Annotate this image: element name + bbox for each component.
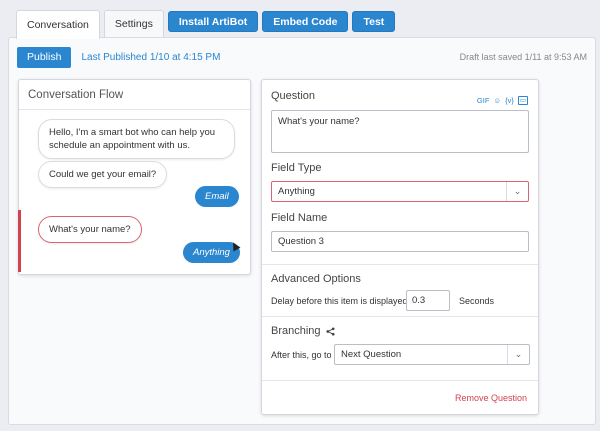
bot-message-email[interactable]: Could we get your email? <box>38 161 168 188</box>
chevron-down-icon[interactable]: ⌄ <box>507 345 529 364</box>
branch-icon <box>326 327 335 336</box>
install-artibot-button[interactable]: Install ArtiBot <box>167 11 259 32</box>
delay-input[interactable]: 0.3 <box>406 290 450 311</box>
selected-indicator <box>18 210 21 272</box>
branch-target-value: Next Question <box>341 349 402 360</box>
tab-conversation[interactable]: Conversation <box>16 10 100 39</box>
toolbar: Publish Last Published 1/10 at 4:15 PM D… <box>17 46 587 68</box>
question-textarea[interactable]: What's your name? <box>271 110 529 153</box>
after-this-label: After this, go to <box>271 350 332 360</box>
embed-code-button[interactable]: Embed Code <box>262 11 349 32</box>
field-type-label: Field Type <box>271 162 322 174</box>
bot-message-name[interactable]: What's your name? <box>38 216 142 243</box>
field-name-label: Field Name <box>271 212 328 224</box>
conversation-flow-title: Conversation Flow <box>19 80 250 110</box>
section-divider <box>262 264 538 265</box>
bot-message-greeting[interactable]: Hello, I'm a smart bot who can help you … <box>38 119 235 159</box>
gif-icon[interactable]: GIF <box>477 96 490 105</box>
editor-panel: Publish Last Published 1/10 at 4:15 PM D… <box>8 37 596 425</box>
field-type-select[interactable]: Anything ⌄ <box>271 181 529 202</box>
reply-email[interactable]: Email <box>195 186 239 207</box>
question-editor-card: Question GIF ☺ {v} ▭ What's your name? F… <box>261 79 539 415</box>
draft-saved-status: Draft last saved 1/11 at 9:53 AM <box>459 52 587 62</box>
section-divider <box>262 380 538 381</box>
field-name-input[interactable]: Question 3 <box>271 231 529 252</box>
embed-icon[interactable]: ▭ <box>517 96 528 105</box>
conversation-flow-card: Conversation Flow Hello, I'm a smart bot… <box>18 79 251 275</box>
remove-question-button[interactable]: Remove Question <box>455 393 527 403</box>
field-type-value: Anything <box>278 186 315 197</box>
section-divider <box>262 316 538 317</box>
emoji-icon[interactable]: ☺ <box>493 96 501 105</box>
seconds-label: Seconds <box>459 296 495 306</box>
branching-label: Branching <box>271 325 335 337</box>
variable-icon[interactable]: {v} <box>505 96 514 105</box>
chevron-down-icon[interactable]: ⌄ <box>506 182 528 201</box>
branch-target-select[interactable]: Next Question ⌄ <box>334 344 530 365</box>
test-button[interactable]: Test <box>352 11 396 32</box>
question-label: Question <box>271 90 316 102</box>
branching-text: Branching <box>271 325 321 337</box>
advanced-options-label: Advanced Options <box>271 273 361 285</box>
tab-settings[interactable]: Settings <box>103 10 164 37</box>
media-toolbar: GIF ☺ {v} ▭ <box>477 96 528 105</box>
publish-button[interactable]: Publish <box>17 46 72 68</box>
tab-bar: Conversation Settings Install ArtiBot Em… <box>16 10 396 39</box>
last-published-link[interactable]: Last Published 1/10 at 4:15 PM <box>81 52 220 63</box>
delay-label: Delay before this item is displayed <box>271 296 408 306</box>
